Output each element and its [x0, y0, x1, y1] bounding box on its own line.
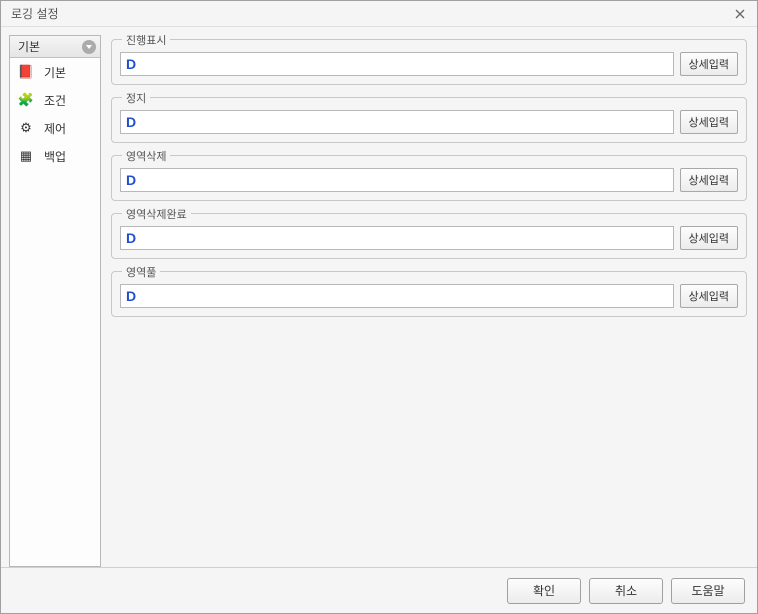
close-icon[interactable]: [731, 5, 749, 23]
detail-button[interactable]: 상세입력: [680, 52, 738, 76]
field-legend: 영역풀: [122, 264, 160, 280]
chevron-down-icon: [82, 40, 96, 54]
sidebar-item-label: 기본: [44, 64, 66, 81]
field-input[interactable]: [141, 111, 673, 133]
field-row: D 상세입력: [120, 52, 738, 76]
sidebar: 기본 📕 기본 🧩 조건 ⚙ 제어 ▦ 백업: [9, 35, 101, 567]
dialog-footer: 확인 취소 도움말: [1, 567, 757, 613]
main-panel: 진행표시 D 상세입력 정지 D 상세입력: [109, 35, 749, 567]
book-icon: 📕: [18, 64, 34, 80]
sidebar-item-label: 제어: [44, 120, 66, 137]
grid-icon: ▦: [18, 148, 34, 164]
sidebar-item-label: 조건: [44, 92, 66, 109]
field-legend: 진행표시: [122, 35, 170, 48]
field-area-delete: 영역삭제 D 상세입력: [111, 155, 747, 201]
field-area-delete-complete: 영역삭제완료 D 상세입력: [111, 213, 747, 259]
field-input[interactable]: [141, 285, 673, 307]
ok-button[interactable]: 확인: [507, 578, 581, 604]
field-row: D 상세입력: [120, 110, 738, 134]
field-row: D 상세입력: [120, 284, 738, 308]
field-input[interactable]: [141, 227, 673, 249]
field-legend: 영역삭제: [122, 148, 170, 164]
logging-settings-dialog: 로깅 설정 기본 📕 기본 🧩 조건 ⚙ 제어: [0, 0, 758, 614]
field-input-wrap: D: [120, 110, 674, 134]
window-title: 로깅 설정: [11, 5, 59, 22]
sidebar-header[interactable]: 기본: [10, 36, 100, 58]
detail-button[interactable]: 상세입력: [680, 226, 738, 250]
detail-button[interactable]: 상세입력: [680, 110, 738, 134]
field-input-wrap: D: [120, 226, 674, 250]
field-input-wrap: D: [120, 168, 674, 192]
level-badge: D: [121, 53, 141, 75]
titlebar: 로깅 설정: [1, 1, 757, 27]
level-badge: D: [121, 169, 141, 191]
sidebar-item-label: 백업: [44, 148, 66, 165]
field-input[interactable]: [141, 53, 673, 75]
field-progress: 진행표시 D 상세입력: [111, 39, 747, 85]
field-legend: 정지: [122, 90, 150, 106]
level-badge: D: [121, 227, 141, 249]
sidebar-item-condition[interactable]: 🧩 조건: [10, 86, 100, 114]
sidebar-item-backup[interactable]: ▦ 백업: [10, 142, 100, 170]
field-input-wrap: D: [120, 52, 674, 76]
detail-button[interactable]: 상세입력: [680, 284, 738, 308]
gear-icon: ⚙: [18, 120, 34, 136]
detail-button[interactable]: 상세입력: [680, 168, 738, 192]
sidebar-header-label: 기본: [18, 38, 40, 55]
cancel-button[interactable]: 취소: [589, 578, 663, 604]
field-row: D 상세입력: [120, 226, 738, 250]
level-badge: D: [121, 285, 141, 307]
field-input[interactable]: [141, 169, 673, 191]
field-stop: 정지 D 상세입력: [111, 97, 747, 143]
dialog-body: 기본 📕 기본 🧩 조건 ⚙ 제어 ▦ 백업: [1, 27, 757, 567]
sidebar-item-control[interactable]: ⚙ 제어: [10, 114, 100, 142]
level-badge: D: [121, 111, 141, 133]
puzzle-icon: 🧩: [18, 92, 34, 108]
field-input-wrap: D: [120, 284, 674, 308]
field-legend: 영역삭제완료: [122, 206, 191, 222]
field-area-pool: 영역풀 D 상세입력: [111, 271, 747, 317]
field-row: D 상세입력: [120, 168, 738, 192]
sidebar-item-basic[interactable]: 📕 기본: [10, 58, 100, 86]
help-button[interactable]: 도움말: [671, 578, 745, 604]
